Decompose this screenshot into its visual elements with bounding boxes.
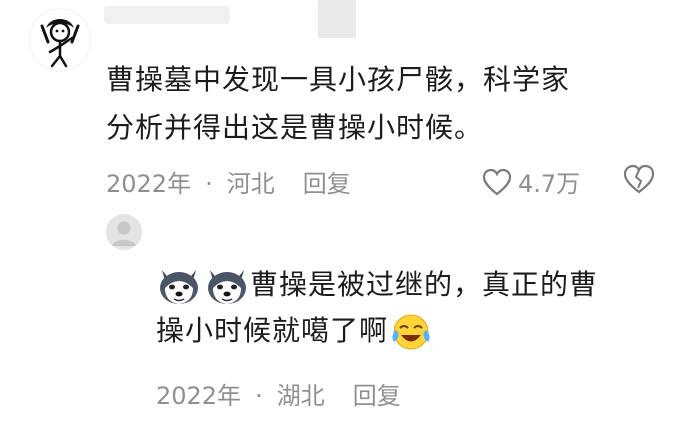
comment-text-line: 分析并得出这是曹操小时候。 [106, 111, 484, 144]
husky-emoji-icon [156, 264, 202, 306]
heart-outline-icon [482, 168, 512, 195]
comment-location: 河北 [226, 170, 275, 198]
reply-text-line1: 曹操是被过继的，真正的曹 [250, 268, 599, 301]
reply-to-reply-button[interactable]: 回复 [353, 382, 401, 410]
reply-button[interactable]: 回复 [303, 170, 351, 198]
meta-separator: · [205, 170, 213, 198]
reply-text-line2: 操小时候就噶了啊 [156, 314, 389, 347]
like-button[interactable]: 4.7万 [482, 164, 580, 199]
reply-meta: 2022年 · 湖北 回复 [156, 376, 401, 411]
blurred-thumbnail [318, 0, 356, 38]
comment-text-line: 曹操墓中发现一具小孩尸骸，科学家 [106, 63, 571, 96]
husky-emoji-icon [204, 264, 250, 306]
comment-date: 2022年 [106, 170, 192, 198]
broken-heart-icon [623, 164, 655, 194]
commenter-avatar[interactable] [28, 8, 92, 72]
reply-location: 湖北 [276, 382, 325, 410]
reply-text-line: 操小时候就噶了啊 [156, 308, 656, 354]
stick-figure-avatar-icon [28, 8, 92, 72]
comment-meta: 2022年 · 河北 回复 [106, 164, 351, 199]
reply-date: 2022年 [156, 382, 242, 410]
username-placeholder [104, 6, 230, 24]
meta-separator: · [255, 382, 263, 410]
reply-text: 曹操是被过继的，真正的曹 操小时候就噶了啊 [156, 262, 656, 354]
default-user-avatar-icon [106, 214, 142, 250]
reply-avatar[interactable] [106, 214, 142, 250]
comment-text: 曹操墓中发现一具小孩尸骸，科学家 分析并得出这是曹操小时候。 [106, 56, 666, 152]
like-count: 4.7万 [518, 170, 581, 198]
dislike-button[interactable] [622, 164, 656, 198]
crying-laughing-emoji-icon [388, 310, 434, 352]
reply-text-line: 曹操是被过继的，真正的曹 [156, 262, 656, 308]
